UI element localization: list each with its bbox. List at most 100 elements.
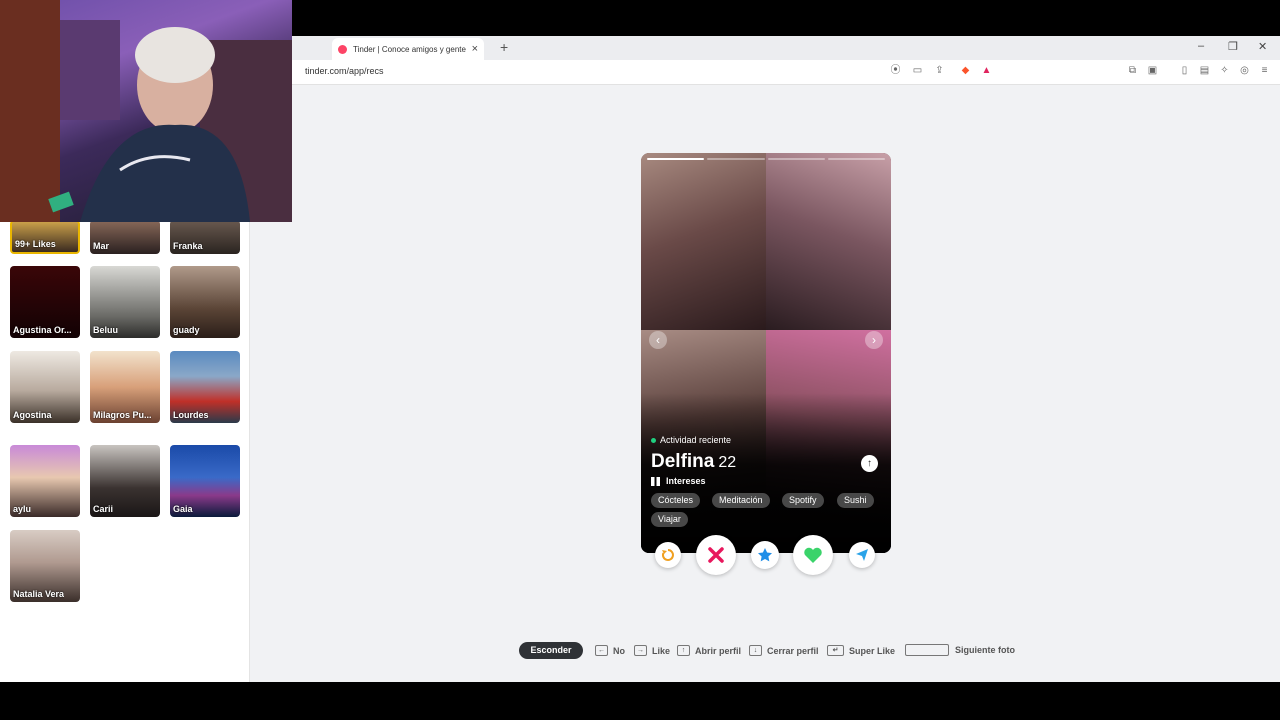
send-icon — [856, 549, 868, 561]
previous-photo-icon[interactable]: ‹ — [649, 331, 667, 349]
rewards-icon[interactable]: ▲ — [981, 65, 992, 76]
shortcut-next-photo: Siguiente foto — [955, 645, 1015, 655]
interest-chip: Sushi — [837, 493, 874, 508]
tile-name: Mar — [93, 241, 110, 251]
rewind-button[interactable] — [655, 542, 681, 568]
interest-chip: Viajar — [651, 512, 688, 527]
interests-label: Intereses — [666, 476, 706, 486]
right-arrow-key-icon: → — [634, 645, 647, 656]
leo-ai-icon[interactable]: ✧ — [1219, 65, 1230, 76]
tile-name: Beluu — [93, 325, 119, 335]
rewind-icon — [661, 549, 674, 561]
tile-name: Gaia — [173, 504, 193, 514]
match-tile[interactable]: Agustina Or... — [10, 266, 80, 338]
extensions-icon[interactable]: ⧉ — [1127, 65, 1138, 76]
match-tile[interactable]: Agostina — [10, 351, 80, 423]
shortcut-label: Abrir perfil — [695, 645, 742, 656]
card-gradient-overlay — [641, 393, 891, 553]
webcam-overlay — [0, 0, 292, 222]
left-arrow-key-icon: ← — [595, 645, 608, 656]
cast-icon[interactable]: ▭ — [912, 65, 923, 76]
browser-tab[interactable]: Tinder | Conoce amigos y gente × — [332, 38, 484, 60]
up-arrow-key-icon: ↑ — [677, 645, 690, 656]
brave-shield-icon[interactable]: ◆ — [960, 65, 971, 76]
interests-icon — [651, 476, 660, 486]
shortcut-label: Cerrar perfil — [767, 645, 819, 656]
url-field[interactable]: tinder.com/app/recs — [305, 66, 384, 76]
recent-activity: Actividad reciente — [651, 435, 731, 445]
x-icon — [708, 547, 724, 563]
shortcut-no: ← No — [595, 645, 625, 656]
match-tile[interactable]: Milagros Pu... — [90, 351, 160, 423]
restore-button[interactable]: ❐ — [1228, 40, 1238, 53]
shortcut-like: → Like — [634, 645, 670, 656]
tile-name: Franka — [173, 241, 203, 251]
sidebar-toggle-icon[interactable]: ▯ — [1179, 65, 1190, 76]
activity-label: Actividad reciente — [660, 435, 732, 445]
down-arrow-key-icon: ↓ — [749, 645, 762, 656]
photo-progress-bar — [647, 158, 705, 160]
keyboard-shortcuts-bar: Esconder ← No → Like ↑ Abrir perfil ↓ Cerrar… — [0, 642, 1280, 660]
shortcut-label: Like — [652, 645, 671, 656]
photo-progress-bar — [707, 158, 765, 160]
super-like-button[interactable] — [751, 541, 779, 569]
profile-name-text: Delfina — [651, 451, 715, 472]
menu-icon[interactable]: ≡ — [1259, 65, 1270, 76]
screenshot-icon[interactable]: ▣ — [1147, 65, 1158, 76]
interest-chip: Cócteles — [651, 493, 701, 508]
match-tile[interactable]: Beluu — [90, 266, 160, 338]
tile-name: Agustina Or... — [13, 325, 72, 335]
interests-heading: Intereses — [651, 476, 706, 486]
profile-card[interactable]: ‹ › Actividad reciente Delfina 22 ↑ Inter… — [641, 153, 891, 553]
match-tile[interactable]: Carii — [90, 445, 160, 517]
tile-name: Lourdes — [173, 410, 209, 420]
like-button[interactable] — [793, 535, 833, 575]
profile-photo — [766, 153, 891, 330]
match-tile[interactable]: aylu — [10, 445, 80, 517]
profile-age: 22 — [718, 454, 737, 471]
vpn-icon[interactable]: ◎ — [1239, 65, 1250, 76]
nope-button[interactable] — [696, 535, 736, 575]
photo-progress-bar — [767, 158, 825, 160]
address-bar: tinder.com/app/recs ⦿ ▭ ⇪ ◆ ▲ ⧉ ▣ ▯ ▤ ✧ … — [292, 60, 1280, 85]
match-tile[interactable]: Natalia Vera — [10, 530, 80, 602]
match-tile[interactable]: guady — [170, 266, 240, 338]
shortcut-super-like: ↵ Super Like — [827, 645, 895, 656]
shortcut-label: Siguiente foto — [955, 645, 1015, 655]
tile-name: Natalia Vera — [13, 589, 65, 599]
new-tab-button[interactable]: + — [500, 39, 508, 55]
browser-tab-bar: Tinder | Conoce amigos y gente × + – ❐ ✕ — [292, 36, 1280, 60]
shortcut-open-profile: ↑ Abrir perfil — [677, 645, 741, 656]
wallet-icon[interactable]: ▤ — [1199, 65, 1210, 76]
tile-name: guady — [173, 325, 200, 335]
tile-name: aylu — [13, 504, 32, 514]
next-photo-icon[interactable]: › — [865, 331, 883, 349]
share-icon[interactable]: ⇪ — [934, 65, 945, 76]
close-tab-icon[interactable]: × — [472, 43, 478, 55]
match-tile[interactable]: Lourdes — [170, 351, 240, 423]
star-icon — [758, 548, 772, 562]
webcam-image — [0, 0, 292, 222]
tinder-favicon-icon — [338, 44, 347, 54]
tab-title: Tinder | Conoce amigos y gente — [353, 44, 466, 54]
match-tile[interactable]: Mar — [90, 220, 160, 254]
online-dot-icon — [651, 437, 656, 443]
close-window-button[interactable]: ✕ — [1258, 40, 1267, 53]
likes-tile[interactable]: 99+ Likes — [10, 220, 80, 254]
hide-shortcuts-button[interactable]: Esconder — [519, 642, 583, 659]
shortcut-label: No — [613, 645, 625, 656]
tile-name: Carii — [93, 504, 114, 514]
screen: Tinder | Conoce amigos y gente × + – ❐ ✕… — [0, 0, 1280, 720]
tile-name: 99+ Likes — [15, 239, 56, 249]
location-icon[interactable]: ⦿ — [890, 65, 901, 76]
interest-chip: Meditación — [712, 493, 770, 508]
match-tile[interactable]: Franka — [170, 220, 240, 254]
open-profile-icon[interactable]: ↑ — [861, 455, 878, 472]
boost-button[interactable] — [849, 542, 875, 568]
photo-progress-bar — [827, 158, 885, 160]
enter-key-icon: ↵ — [827, 645, 844, 656]
minimize-button[interactable]: – — [1198, 40, 1204, 52]
tile-name: Agostina — [13, 410, 52, 420]
profile-name: Delfina 22 — [651, 451, 736, 473]
match-tile[interactable]: Gaia — [170, 445, 240, 517]
